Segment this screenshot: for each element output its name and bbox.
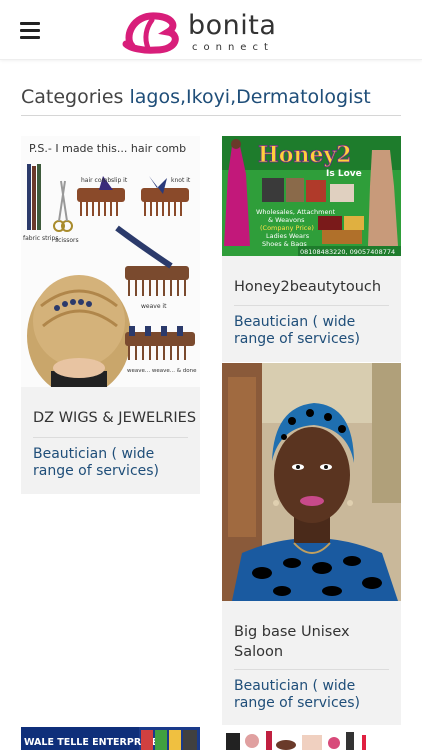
bonita-logo-mark-icon xyxy=(122,12,179,54)
cosmetics-image xyxy=(222,727,401,750)
svg-text:fabric strips: fabric strips xyxy=(23,235,58,242)
svg-text:slip it: slip it xyxy=(111,177,128,184)
listing-category[interactable]: Beautician ( wide range of services) xyxy=(234,314,391,348)
listing-title[interactable]: DZ WIGS & JEWELRIES xyxy=(33,408,196,428)
profile-photo-image xyxy=(222,363,401,601)
listing-card[interactable]: Honey2 Is Love Wholesales, Attachment & … xyxy=(222,136,401,362)
honey2-banner-image: Honey2 Is Love Wholesales, Attachment & … xyxy=(222,136,401,256)
listing-divider xyxy=(33,437,188,438)
listing-divider xyxy=(234,669,389,670)
listing-image-partial[interactable] xyxy=(222,727,401,750)
brand-name: bonita xyxy=(188,10,277,41)
svg-text:weave... weave... & done: weave... weave... & done xyxy=(127,368,197,374)
banner-headline: Honey2 xyxy=(258,142,352,168)
svg-text:knot it: knot it xyxy=(171,177,191,184)
svg-text:08108483220, 09057408774: 08108483220, 09057408774 xyxy=(300,248,395,256)
wale-telle-banner-image: WALE TELLE ENTERPRISES xyxy=(21,727,200,750)
listing-category[interactable]: Beautician ( wide range of services) xyxy=(234,678,391,712)
hair-comb-tutorial-image: P.S.- I made this... hair comb hair comb… xyxy=(21,136,200,387)
svg-text:weave it: weave it xyxy=(141,303,167,310)
image-caption: P.S.- I made this... hair comb xyxy=(29,142,186,155)
listing-title[interactable]: Big base Unisex Saloon xyxy=(234,622,389,662)
listing-image[interactable]: Honey2 Is Love Wholesales, Attachment & … xyxy=(222,136,401,256)
heading-prefix: Categories xyxy=(21,86,124,108)
listing-card[interactable]: Big base Unisex Saloon Beautician ( wide… xyxy=(222,363,401,725)
listing-image-partial[interactable]: WALE TELLE ENTERPRISES xyxy=(21,727,200,750)
heading-category-path[interactable]: lagos,Ikoyi,Dermatologist xyxy=(129,86,370,108)
svg-text:hair comb: hair comb xyxy=(81,177,111,184)
svg-text:Ladies Wears: Ladies Wears xyxy=(266,232,310,240)
hamburger-menu-icon[interactable] xyxy=(20,22,40,40)
app-header: bonita connect xyxy=(0,0,422,60)
listing-divider xyxy=(234,305,389,306)
svg-text:(Company Price): (Company Price) xyxy=(260,224,314,232)
page-heading: Categories lagos,Ikoyi,Dermatologist xyxy=(21,86,401,116)
listing-image[interactable]: P.S.- I made this... hair comb hair comb… xyxy=(21,136,200,387)
listing-category[interactable]: Beautician ( wide range of services) xyxy=(33,446,190,480)
svg-text:Is Love: Is Love xyxy=(326,169,362,179)
listing-card[interactable]: P.S.- I made this... hair comb hair comb… xyxy=(21,136,200,494)
listing-image[interactable] xyxy=(222,363,401,601)
brand-logo[interactable]: bonita connect xyxy=(122,8,302,54)
svg-text:scissors: scissors xyxy=(55,237,79,244)
svg-text:& Weavons: & Weavons xyxy=(268,216,305,224)
brand-tagline: connect xyxy=(192,42,274,53)
listing-title[interactable]: Honey2beautytouch xyxy=(234,277,381,297)
svg-text:Wholesales, Attachment: Wholesales, Attachment xyxy=(256,208,336,216)
